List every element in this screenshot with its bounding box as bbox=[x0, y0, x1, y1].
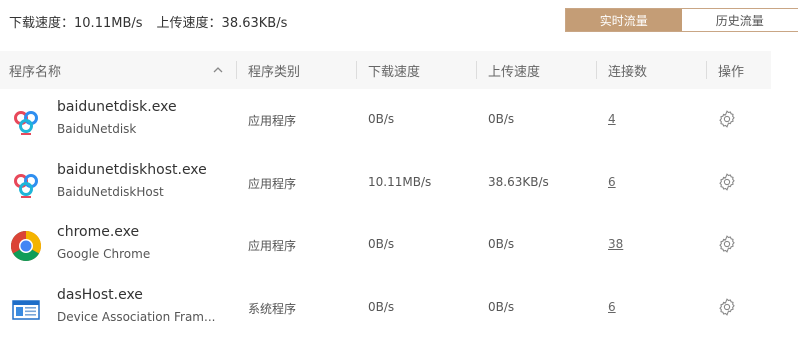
connections-link[interactable]: 38 bbox=[608, 237, 623, 251]
traffic-tab-group: 实时流量 历史流量 bbox=[565, 8, 798, 32]
window-app-icon bbox=[12, 300, 40, 320]
sort-ascending-icon[interactable] bbox=[212, 64, 224, 76]
app-type: 应用程序 bbox=[248, 114, 297, 128]
tab-history-traffic[interactable]: 历史流量 bbox=[681, 9, 798, 31]
table-header: 程序名称 程序类别 下载速度 上传速度 连接数 操作 bbox=[0, 51, 771, 89]
app-name: chrome.exe bbox=[57, 224, 140, 240]
speed-summary: 下载速度：10.11MB/s 上传速度：38.63KB/s bbox=[9, 12, 287, 31]
baidunetdisk-icon bbox=[14, 111, 38, 135]
gear-icon[interactable] bbox=[717, 172, 737, 192]
table-row[interactable]: baidunetdiskhost.exe BaiduNetdiskHost 应用… bbox=[0, 152, 771, 214]
upload-speed-value: 38.63KB/s bbox=[221, 16, 288, 31]
column-divider bbox=[356, 61, 357, 79]
app-name: baidunetdiskhost.exe bbox=[57, 162, 207, 178]
column-header-download[interactable]: 下载速度 bbox=[368, 51, 420, 89]
download-speed: 0B/s bbox=[368, 237, 395, 251]
top-bar: 下载速度：10.11MB/s 上传速度：38.63KB/s 实时流量 历史流量 bbox=[0, 0, 798, 44]
download-speed-value: 10.11MB/s bbox=[74, 16, 143, 31]
download-speed: 0B/s bbox=[368, 300, 395, 314]
table-row[interactable]: chrome.exe Google Chrome 应用程序 0B/s 0B/s … bbox=[0, 214, 771, 276]
app-description: BaiduNetdiskHost bbox=[57, 185, 164, 199]
connections-link[interactable]: 6 bbox=[608, 175, 616, 189]
app-description: BaiduNetdisk bbox=[57, 122, 137, 136]
upload-speed: 0B/s bbox=[488, 237, 515, 251]
gear-icon[interactable] bbox=[717, 234, 737, 254]
upload-speed: 0B/s bbox=[488, 112, 515, 126]
app-description: Google Chrome bbox=[57, 247, 151, 261]
column-divider bbox=[236, 61, 237, 79]
download-speed: 0B/s bbox=[368, 112, 395, 126]
column-header-connections[interactable]: 连接数 bbox=[608, 51, 647, 89]
upload-speed: 0B/s bbox=[488, 300, 515, 314]
gear-icon[interactable] bbox=[717, 109, 737, 129]
gear-icon[interactable] bbox=[717, 297, 737, 317]
column-header-actions: 操作 bbox=[718, 64, 745, 80]
app-type: 应用程序 bbox=[248, 239, 297, 253]
table-row[interactable]: dasHost.exe Device Association Fram... 系… bbox=[0, 277, 771, 339]
app-description: Device Association Fram... bbox=[57, 310, 216, 324]
column-divider bbox=[706, 61, 707, 79]
baidunetdisk-icon bbox=[14, 174, 38, 198]
upload-speed: 38.63KB/s bbox=[488, 175, 549, 189]
app-type: 系统程序 bbox=[248, 302, 297, 316]
column-header-upload[interactable]: 上传速度 bbox=[488, 51, 540, 89]
app-name: baidunetdisk.exe bbox=[57, 99, 177, 115]
connections-link[interactable]: 4 bbox=[608, 112, 616, 126]
connections-link[interactable]: 6 bbox=[608, 300, 616, 314]
column-divider bbox=[596, 61, 597, 79]
table-row[interactable]: baidunetdisk.exe BaiduNetdisk 应用程序 0B/s … bbox=[0, 89, 771, 151]
tab-realtime-traffic[interactable]: 实时流量 bbox=[566, 9, 682, 31]
column-header-name[interactable]: 程序名称 bbox=[9, 51, 61, 89]
app-name: dasHost.exe bbox=[57, 287, 143, 303]
download-speed-label: 下载速度： bbox=[9, 16, 75, 31]
upload-speed-label: 上传速度： bbox=[156, 16, 222, 31]
column-header-type[interactable]: 程序类别 bbox=[248, 51, 300, 89]
app-type: 应用程序 bbox=[248, 177, 297, 191]
column-divider bbox=[476, 61, 477, 79]
download-speed: 10.11MB/s bbox=[368, 175, 432, 189]
chrome-icon bbox=[10, 231, 42, 262]
